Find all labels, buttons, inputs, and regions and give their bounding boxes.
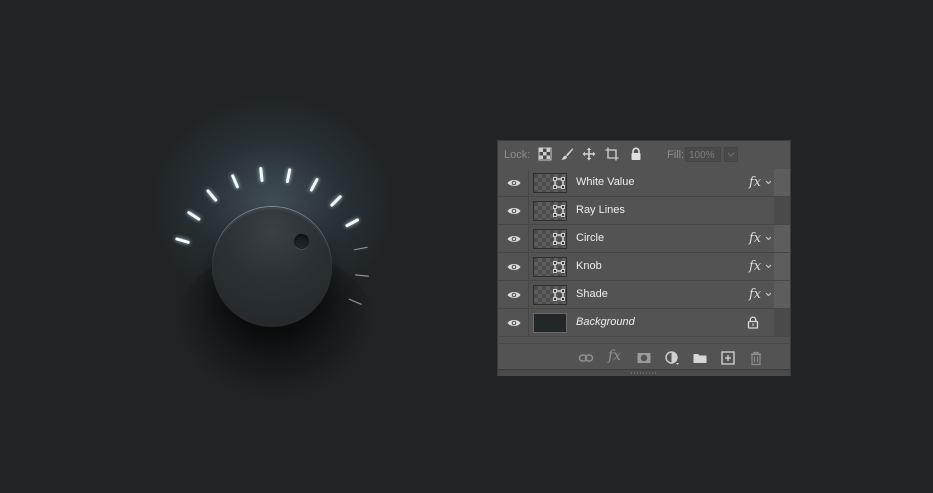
visibility-toggle[interactable]	[498, 169, 529, 196]
visibility-toggle[interactable]	[498, 309, 529, 336]
knob-tick-lit	[330, 195, 342, 207]
layer-name: Knob	[576, 260, 602, 272]
new-layer-icon[interactable]	[720, 350, 736, 366]
knob-tick-lit	[187, 211, 201, 221]
layer-thumbnail	[533, 285, 567, 305]
lock-label: Lock:	[504, 149, 531, 161]
layer-row-side	[774, 169, 790, 196]
layer-name: Shade	[576, 288, 608, 300]
lock-transparent-pixels-icon[interactable]	[538, 147, 552, 161]
layer-name: Background	[576, 316, 635, 328]
lock-all-icon[interactable]	[629, 147, 643, 161]
layer-thumbnail	[533, 229, 567, 249]
eye-icon	[507, 208, 521, 214]
layer-effects-badge[interactable]: fx	[749, 175, 761, 190]
layer-row-side	[774, 253, 790, 280]
layers-panel-footer: fx	[498, 343, 790, 370]
lock-artboard-icon[interactable]	[605, 147, 619, 161]
layer-name: White Value	[576, 176, 635, 188]
layer-row[interactable]: Ray Lines	[498, 197, 790, 225]
fill-opacity-input[interactable]: 100%	[685, 147, 721, 162]
eye-icon	[507, 320, 521, 326]
layer-effects-badge[interactable]: fx	[749, 231, 761, 246]
visibility-toggle[interactable]	[498, 281, 529, 308]
new-adjustment-layer-icon[interactable]	[664, 350, 680, 366]
layer-name: Ray Lines	[576, 204, 625, 216]
layer-row[interactable]: Knob fx	[498, 253, 790, 281]
expand-effects-icon[interactable]	[764, 175, 773, 189]
delete-layer-icon[interactable]	[748, 350, 764, 366]
new-group-icon[interactable]	[692, 350, 708, 366]
knob-tick-unlit	[353, 246, 368, 251]
knob-tick-lit	[259, 167, 264, 182]
layer-row[interactable]: Background	[498, 309, 790, 337]
layer-thumbnail	[533, 173, 567, 193]
shape-layer-icon	[553, 289, 565, 301]
shape-layer-icon	[553, 233, 565, 245]
layer-row-side	[774, 197, 790, 224]
knob-tick-unlit	[354, 274, 370, 277]
eye-icon	[507, 180, 521, 186]
layer-effects-badge[interactable]: fx	[749, 287, 761, 302]
volume-knob[interactable]	[212, 207, 332, 327]
knob-illustration	[0, 0, 480, 493]
shape-layer-icon	[553, 177, 565, 189]
chevron-down-icon	[727, 152, 735, 157]
eye-icon	[507, 292, 521, 298]
layer-thumbnail	[533, 257, 567, 277]
layer-row[interactable]: Shade fx	[498, 281, 790, 309]
add-mask-icon[interactable]	[636, 350, 652, 366]
grip-dots	[631, 372, 657, 374]
lock-image-pixels-icon[interactable]	[560, 147, 574, 161]
link-layers-icon[interactable]	[578, 350, 594, 366]
layer-locked-icon[interactable]	[747, 316, 759, 329]
shape-layer-icon	[553, 205, 565, 217]
knob-tick-lit	[309, 177, 319, 192]
lock-position-icon[interactable]	[582, 147, 596, 161]
knob-tick-lit	[175, 237, 190, 244]
layer-thumbnail	[533, 201, 567, 221]
visibility-toggle[interactable]	[498, 253, 529, 280]
knob-tick-lit	[206, 189, 218, 202]
layer-row-side	[774, 281, 790, 308]
knob-tick-lit	[231, 174, 239, 189]
layer-row[interactable]: Circle fx	[498, 225, 790, 253]
layer-row[interactable]: White Value fx	[498, 169, 790, 197]
layer-row-side	[774, 309, 790, 336]
layer-thumbnail	[533, 313, 567, 333]
layer-list: White Value fx Ray Lines Circle fx Knob …	[498, 169, 790, 337]
knob-tick-unlit	[348, 298, 362, 305]
layers-panel: Lock: Fill: 100% White Value fx Ray Line…	[497, 140, 791, 376]
layer-effects-badge[interactable]: fx	[749, 259, 761, 274]
eye-icon	[507, 236, 521, 242]
expand-effects-icon[interactable]	[764, 231, 773, 245]
knob-tick-lit	[285, 168, 292, 184]
layer-name: Circle	[576, 232, 605, 244]
visibility-toggle[interactable]	[498, 197, 529, 224]
visibility-toggle[interactable]	[498, 225, 529, 252]
fill-label: Fill:	[667, 149, 685, 161]
knob-tick-lit	[345, 218, 360, 228]
add-layer-style-icon[interactable]: fx	[608, 348, 624, 364]
eye-icon	[507, 264, 521, 270]
shape-layer-icon	[553, 261, 565, 273]
expand-effects-icon[interactable]	[764, 287, 773, 301]
panel-resize-grip[interactable]	[498, 369, 790, 376]
lock-row: Lock: Fill: 100%	[498, 141, 790, 168]
knob-indicator-dot	[294, 234, 309, 249]
expand-effects-icon[interactable]	[764, 259, 773, 273]
fill-opacity-dropdown[interactable]	[724, 147, 738, 162]
layer-row-side	[774, 225, 790, 252]
